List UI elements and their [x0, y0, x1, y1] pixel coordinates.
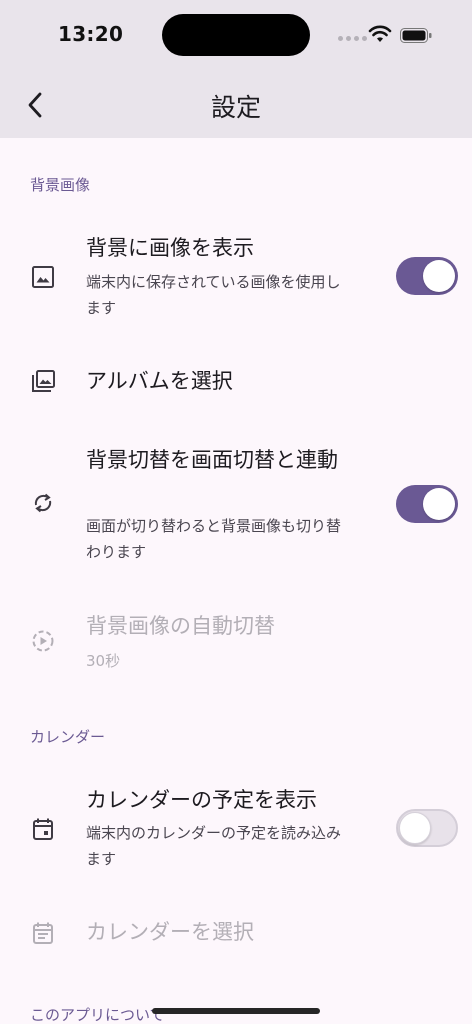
section-header-calendar: カレンダー — [30, 728, 106, 746]
calendar-event-icon — [33, 818, 53, 840]
setting-show-background-image[interactable]: 背景に画像を表示 端末内に保存されている画像を使用します — [0, 224, 472, 334]
slideshow-timer-icon — [32, 630, 54, 652]
setting-title: アルバムを選択 — [86, 369, 233, 393]
setting-subtitle: 端末内に保存されている画像を使用します — [86, 273, 341, 317]
setting-title: カレンダーの予定を表示 — [86, 788, 317, 812]
setting-title: 背景切替を画面切替と連動 — [86, 448, 338, 472]
setting-link-background-switch[interactable]: 背景切替を画面切替と連動 画面が切り替わると背景画像も切り替わります — [0, 440, 472, 580]
setting-show-calendar-events[interactable]: カレンダーの予定を表示 端末内のカレンダーの予定を読み込みます — [0, 782, 472, 890]
setting-subtitle: 画面が切り替わると背景画像も切り替わります — [86, 517, 342, 561]
setting-subtitle: 端末内のカレンダーの予定を読み込みます — [86, 824, 342, 868]
setting-select-album[interactable]: アルバムを選択 — [0, 352, 472, 412]
calendar-list-icon — [33, 922, 53, 944]
cellular-signal-icon — [338, 36, 367, 42]
wifi-icon — [368, 25, 392, 42]
link-switch-toggle[interactable] — [396, 485, 458, 523]
show-image-toggle[interactable] — [396, 257, 458, 295]
setting-title: カレンダーを選択 — [86, 920, 254, 944]
setting-title: 背景画像の自動切替 — [86, 614, 275, 638]
photo-album-icon — [32, 370, 55, 392]
dynamic-island — [162, 14, 310, 56]
setting-subtitle: 30秒 — [86, 652, 121, 670]
sync-icon — [34, 493, 52, 513]
status-time: 13:20 — [58, 22, 124, 46]
app-header: 13:20 設定 — [0, 0, 472, 138]
settings-screen: 13:20 設定 背景画像 背景に画像を表示 端末内に保存されている画像を使用し… — [0, 0, 472, 1024]
setting-title: 背景に画像を表示 — [86, 236, 254, 260]
battery-icon — [400, 28, 432, 43]
section-header-about: このアプリについて — [30, 1006, 165, 1024]
image-icon — [32, 266, 54, 288]
home-indicator[interactable] — [152, 1008, 320, 1014]
setting-auto-switch-background: 背景画像の自動切替 30秒 — [0, 608, 472, 680]
page-title: 設定 — [210, 93, 261, 122]
show-calendar-toggle[interactable] — [396, 809, 458, 847]
section-header-background: 背景画像 — [30, 176, 91, 194]
setting-select-calendar: カレンダーを選択 — [0, 906, 472, 962]
